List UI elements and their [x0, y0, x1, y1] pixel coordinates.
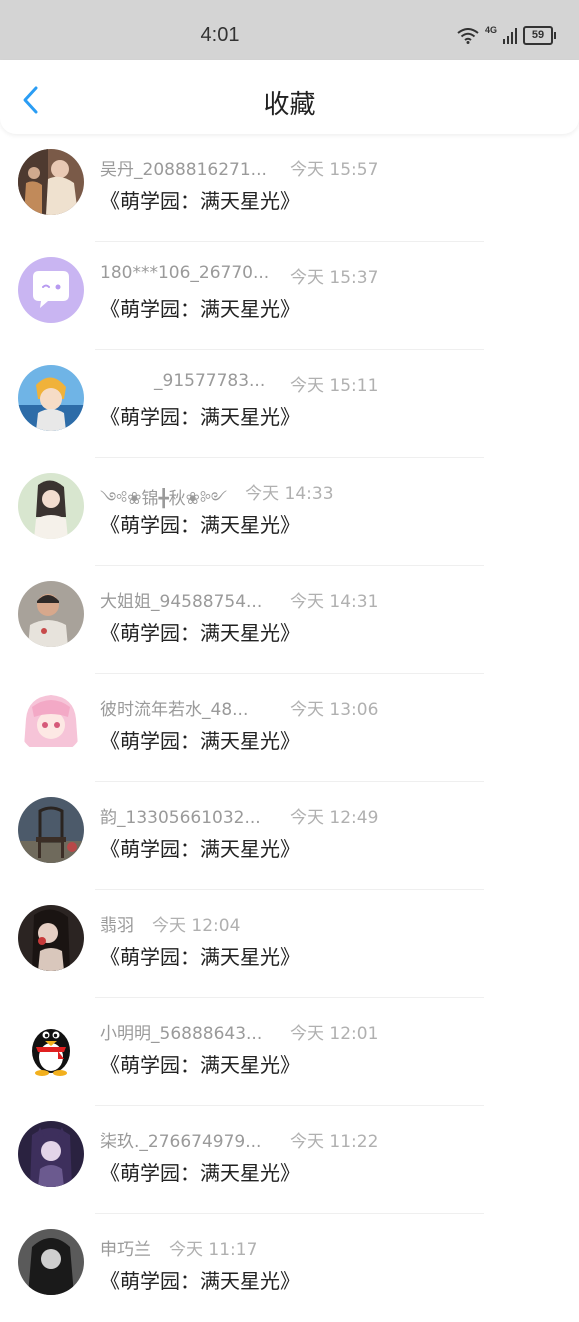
list-item[interactable]: 翡羽 今天 12:04 《萌学园：满天星光》 — [0, 890, 579, 998]
status-icons: 4G 59 — [457, 24, 556, 45]
header-bar: 收藏 — [0, 60, 579, 134]
status-bar: 4:01 4G 59 — [0, 0, 579, 60]
avatar — [18, 689, 84, 755]
item-time: 今天 15:11 — [290, 376, 379, 396]
item-meta: 180***106_26770... 今天 15:37 — [100, 263, 378, 288]
list-item[interactable]: 吴丹_2088816271... 今天 15:57 《萌学园：满天星光》 — [0, 134, 579, 242]
item-title: 《萌学园：满天星光》 — [100, 1161, 300, 1185]
item-time: 今天 12:49 — [290, 808, 379, 828]
avatar — [18, 1121, 84, 1187]
item-title: 《萌学园：满天星光》 — [100, 297, 300, 321]
wifi-icon — [457, 27, 479, 44]
battery-icon: 59 — [523, 26, 556, 45]
item-title: 《萌学园：满天星光》 — [100, 405, 300, 429]
item-meta: 翡羽 今天 12:04 — [100, 911, 240, 936]
item-title: 《萌学园：满天星光》 — [100, 729, 300, 753]
item-time: 今天 12:04 — [152, 916, 241, 936]
page-title: 收藏 — [263, 90, 316, 120]
user-name: 180***106_26770... — [100, 263, 270, 283]
item-meta: 申巧兰 今天 11:17 — [100, 1235, 257, 1260]
avatar — [18, 1229, 84, 1295]
user-name: 小明明_56888643... — [100, 1024, 263, 1044]
list-item[interactable]: 小明明_56888643... 今天 12:01 《萌学园：满天星光》 — [0, 998, 579, 1106]
user-name: 申巧兰 — [100, 1240, 151, 1260]
item-time: 今天 15:37 — [290, 268, 379, 288]
list-item[interactable]: _91577783... 今天 15:11 《萌学园：满天星光》 — [0, 350, 579, 458]
item-title: 《萌学园：满天星光》 — [100, 189, 300, 213]
item-meta: 大姐姐_94588754... 今天 14:31 — [100, 587, 378, 612]
item-meta: 韵_13305661032... 今天 12:49 — [100, 803, 378, 828]
list-item[interactable]: 180***106_26770... 今天 15:37 《萌学园：满天星光》 — [0, 242, 579, 350]
list-item[interactable]: 申巧兰 今天 11:17 《萌学园：满天星光》 — [0, 1214, 579, 1322]
list-item[interactable]: 柒玖._276674979... 今天 11:22 《萌学园：满天星光》 — [0, 1106, 579, 1214]
item-title: 《萌学园：满天星光》 — [100, 837, 300, 861]
item-time: 今天 13:06 — [290, 700, 379, 720]
item-time: 今天 11:22 — [290, 1132, 379, 1152]
network-type-label: 4G — [484, 24, 497, 35]
avatar — [18, 905, 84, 971]
item-meta: 彼时流年若水_48... 今天 13:06 — [100, 695, 378, 720]
avatar — [18, 1013, 84, 1079]
list-item[interactable]: 韵_13305661032... 今天 12:49 《萌学园：满天星光》 — [0, 782, 579, 890]
user-name: 彼时流年若水_48... — [100, 700, 249, 720]
avatar — [18, 797, 84, 863]
avatar — [18, 473, 84, 539]
signal-icon — [503, 27, 517, 44]
item-title: 《萌学园：满天星光》 — [100, 945, 300, 969]
item-meta: 柒玖._276674979... 今天 11:22 — [100, 1127, 378, 1152]
item-meta: _91577783... 今天 15:11 — [100, 371, 378, 396]
avatar — [18, 257, 84, 323]
item-time: 今天 12:01 — [290, 1024, 379, 1044]
user-name: 大姐姐_94588754... — [100, 592, 263, 612]
avatar — [18, 581, 84, 647]
item-title: 《萌学园：满天星光》 — [100, 621, 300, 645]
avatar — [18, 365, 84, 431]
list-item[interactable]: 彼时流年若水_48... 今天 13:06 《萌学园：满天星光》 — [0, 674, 579, 782]
user-name: 吴丹_2088816271... — [100, 160, 267, 180]
item-time: 今天 15:57 — [290, 160, 379, 180]
status-time: 4:01 — [200, 24, 240, 46]
user-name: 翡羽 — [100, 916, 134, 936]
item-time: 今天 11:17 — [169, 1240, 258, 1260]
item-time: 今天 14:31 — [290, 592, 379, 612]
item-title: 《萌学园：满天星光》 — [100, 1053, 300, 1077]
item-time: 今天 14:33 — [245, 484, 334, 504]
list-item[interactable]: ༺❀锦╋秋❀༻ 今天 14:33 《萌学园：满天星光》 — [0, 458, 579, 566]
avatar — [18, 149, 84, 215]
user-name: _91577783... — [154, 371, 266, 391]
favorites-list: 吴丹_2088816271... 今天 15:57 《萌学园：满天星光》 180*… — [0, 134, 579, 1322]
user-name: 韵_13305661032... — [100, 808, 261, 828]
item-title: 《萌学园：满天星光》 — [100, 513, 300, 537]
list-item[interactable]: 大姐姐_94588754... 今天 14:31 《萌学园：满天星光》 — [0, 566, 579, 674]
item-meta: 吴丹_2088816271... 今天 15:57 — [100, 155, 378, 180]
user-name: 柒玖._276674979... — [100, 1132, 262, 1152]
item-meta: 小明明_56888643... 今天 12:01 — [100, 1019, 378, 1044]
